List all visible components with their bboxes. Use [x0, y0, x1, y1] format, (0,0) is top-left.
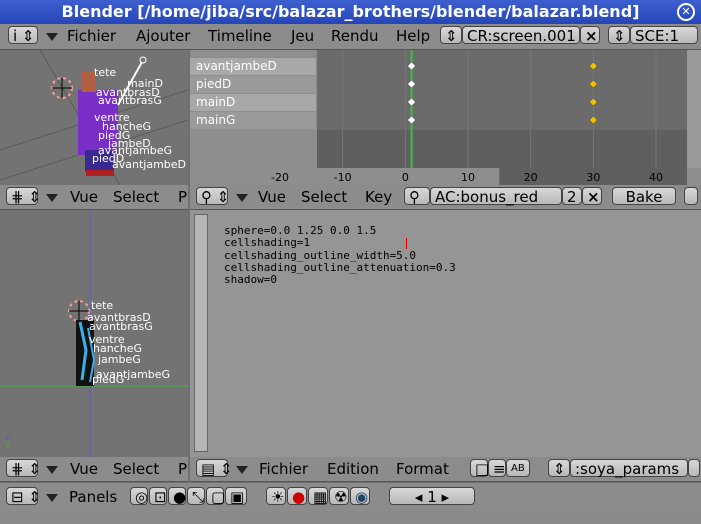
menu-vue[interactable]: Vue — [258, 188, 286, 206]
lamp-icon[interactable]: ☀ — [266, 487, 286, 506]
x-tick-label: 10 — [461, 171, 475, 184]
action-name-field[interactable]: AC:bonus_red — [430, 187, 562, 206]
logic-icon[interactable]: ◎ — [130, 487, 148, 506]
viewport-top-header: ⋕ ⇕ Vue Select P — [0, 185, 188, 210]
x-tick-label: 30 — [586, 171, 600, 184]
lock-icon[interactable] — [684, 187, 698, 205]
axis-z-label: z — [5, 433, 10, 443]
scene-name-field[interactable]: SCE:1 — [630, 26, 698, 45]
menu-fichier[interactable]: Fichier — [67, 27, 116, 45]
texture-icon[interactable]: ▦ — [308, 487, 328, 506]
radiosity-icon[interactable]: ☢ — [329, 487, 349, 506]
bone-label: piedG — [92, 373, 125, 386]
code-line: cellshading=1 — [224, 236, 311, 250]
screen-name-field[interactable]: CR:screen.001 — [462, 26, 580, 45]
collapse-menu-icon[interactable] — [46, 194, 58, 202]
material-icon[interactable]: ● — [287, 487, 307, 506]
bake-button[interactable]: Bake — [612, 187, 676, 206]
channel-area — [317, 50, 687, 130]
collapse-menu-icon[interactable] — [46, 494, 58, 502]
x-tick-label: 20 — [524, 171, 538, 184]
viewport-bottom-header: ⋕ ⇕ Vue Select P — [0, 457, 188, 482]
editor-type-icon[interactable]: ⊟ ⇕ — [6, 487, 41, 506]
object-icon[interactable]: ⤡ — [187, 487, 205, 506]
bone-label: avantjambeD — [112, 158, 187, 171]
collapse-menu-icon[interactable] — [236, 194, 248, 202]
menu-select[interactable]: Select — [113, 460, 159, 478]
syntax-highlight-toggle-icon[interactable]: AB — [506, 459, 530, 477]
x-tick-label: 40 — [649, 171, 663, 184]
x-tick-label: -10 — [334, 171, 352, 184]
editor-type-icon[interactable]: ▤ ⇕ — [196, 459, 233, 478]
text-close-button[interactable] — [688, 459, 700, 477]
text-editor-header: ▤ ⇕ Fichier Edition Format □ ≡ AB ⇕ :soy… — [190, 457, 701, 482]
menu-help[interactable]: Help — [396, 27, 430, 45]
window-titlebar: Blender [/home/jiba/src/balazar_brothers… — [0, 0, 701, 24]
shading-icon[interactable]: ● — [168, 487, 186, 506]
menu-pose[interactable]: P — [178, 460, 187, 478]
collapse-menu-icon[interactable] — [46, 466, 58, 474]
collapse-menu-icon[interactable] — [46, 33, 58, 41]
text-name-field[interactable]: :soya_params — [570, 459, 688, 478]
text-cursor — [406, 238, 407, 249]
bone-label: tete — [94, 66, 117, 79]
viewport-3d-top[interactable]: tete mainD avantbrasD avantbrasG ventre … — [0, 50, 188, 185]
info-header: i ⇕ Fichier Ajouter Timeline Jeu Rendu H… — [0, 24, 701, 50]
script-icon[interactable]: ⊡ — [149, 487, 167, 506]
window-close-icon[interactable]: ✕ — [677, 3, 695, 21]
menu-edition[interactable]: Edition — [327, 460, 379, 478]
action-users-count[interactable]: 2 — [562, 187, 582, 206]
editor-type-icon[interactable]: ⋕ ⇕ — [6, 187, 41, 206]
editing-icon[interactable]: ▢ — [206, 487, 225, 506]
editor-type-icon[interactable]: ⚲ ⇕ — [196, 187, 229, 206]
action-browse-button[interactable]: ⚲ — [404, 187, 430, 206]
menu-format[interactable]: Format — [396, 460, 449, 478]
action-editor[interactable]: avantjambeD piedD mainD mainG -20 -10 0 10 2… — [190, 50, 701, 185]
code-line: shadow=0 — [224, 273, 277, 287]
menu-ajouter[interactable]: Ajouter — [136, 27, 190, 45]
bone-label: avantbrasG — [89, 320, 153, 333]
timeline-scrollbar — [687, 50, 701, 168]
bone-label: avantbrasG — [98, 94, 162, 107]
action-delete-button[interactable]: × — [582, 187, 602, 206]
menu-select[interactable]: Select — [113, 188, 159, 206]
menu-fichier[interactable]: Fichier — [259, 460, 308, 478]
buttons-header: ⊟ ⇕ Panels ◎ ⊡ ● ⤡ ▢ ▣ ☀ ● ▦ ☢ ◉ ◂ 1 ▸ — [0, 483, 701, 512]
action-timeline[interactable]: -20 -10 0 10 20 30 40 — [190, 50, 701, 185]
scene-browse-button[interactable]: ⇕ — [608, 26, 630, 45]
text-editor[interactable]: sphere=0.0 1.25 0.0 1.5 cellshading=1 cell… — [190, 210, 701, 457]
menu-pose[interactable]: P — [178, 188, 187, 206]
screen-delete-button[interactable]: × — [580, 26, 600, 45]
window-title: Blender [/home/jiba/src/balazar_brothers… — [61, 2, 640, 21]
fullscreen-toggle-icon[interactable]: □ — [470, 459, 489, 478]
scene-icon[interactable]: ▣ — [225, 487, 247, 506]
menu-jeu[interactable]: Jeu — [291, 27, 314, 45]
text-browse-button[interactable]: ⇕ — [548, 459, 570, 478]
editor-type-icon[interactable]: i ⇕ — [8, 26, 38, 45]
frame-number: 1 — [427, 488, 437, 506]
text-content[interactable]: sphere=0.0 1.25 0.0 1.5 cellshading=1 cell… — [224, 213, 456, 286]
panels-label[interactable]: Panels — [69, 488, 117, 506]
menu-vue[interactable]: Vue — [70, 188, 98, 206]
menu-timeline[interactable]: Timeline — [208, 27, 272, 45]
code-line: cellshading_outline_width=5.0 — [224, 248, 417, 262]
x-tick-label: -20 — [271, 171, 289, 184]
menu-key[interactable]: Key — [365, 188, 392, 206]
action-editor-header: ⚲ ⇕ Vue Select Key ⚲ AC:bonus_red 2 × Ba… — [190, 185, 701, 210]
collapse-menu-icon[interactable] — [236, 466, 248, 474]
frame-stepper[interactable]: ◂ 1 ▸ — [389, 487, 475, 506]
bone-label: jambeG — [98, 353, 141, 366]
bottom-bar — [0, 511, 701, 524]
x-tick-label: 0 — [402, 171, 409, 184]
line-numbers-toggle-icon[interactable]: ≡ — [488, 459, 506, 478]
menu-rendu[interactable]: Rendu — [331, 27, 379, 45]
editor-type-icon[interactable]: ⋕ ⇕ — [6, 459, 41, 478]
screen-browse-button[interactable]: ⇕ — [440, 26, 462, 45]
viewport-3d-bottom[interactable]: y z tete avantbrasD avantbrasG ventre ha… — [0, 210, 188, 457]
text-scrollbar[interactable] — [194, 214, 208, 452]
menu-select[interactable]: Select — [301, 188, 347, 206]
menu-vue[interactable]: Vue — [70, 460, 98, 478]
world-icon[interactable]: ◉ — [350, 487, 370, 506]
